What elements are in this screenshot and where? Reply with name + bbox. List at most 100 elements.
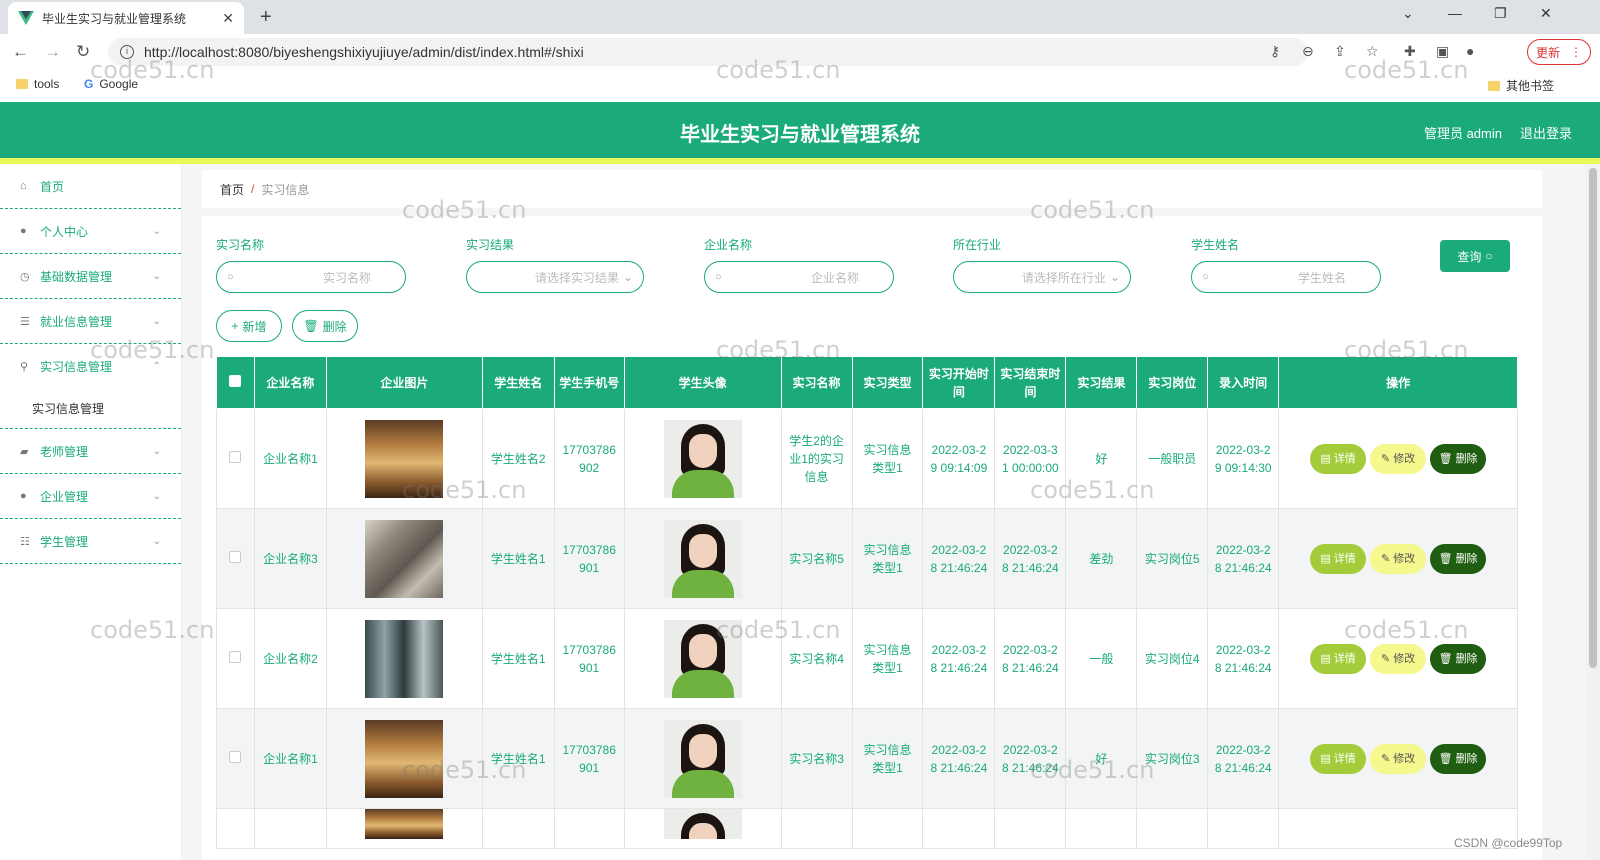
page-scrollbar[interactable] (1586, 164, 1600, 860)
row-checkbox[interactable] (229, 750, 242, 763)
zoom-icon[interactable]: ⊖ (1302, 43, 1314, 60)
restore-icon[interactable]: ❐ (1494, 5, 1507, 22)
clock-icon: ◷ (20, 270, 30, 283)
company-image[interactable] (365, 719, 444, 798)
company-image[interactable] (365, 619, 444, 698)
close-tab-icon[interactable]: ✕ (222, 10, 234, 27)
table-cell: 企业名称2 (253, 608, 327, 709)
company-image[interactable] (365, 419, 444, 498)
sidebar-item-profile[interactable]: ● 个人中心 ⌄ (0, 209, 181, 254)
close-window-icon[interactable]: ✕ (1540, 5, 1552, 22)
sidebar-item-company[interactable]: ● 企业管理 ⌄ (0, 474, 181, 519)
company-name-input[interactable]: ○ 企业名称 (704, 261, 894, 293)
detail-button[interactable]: ▤ 详情 (1310, 643, 1367, 674)
row-checkbox[interactable] (229, 650, 242, 663)
detail-button[interactable]: ▤ 详情 (1310, 543, 1367, 574)
browser-tab[interactable]: 毕业生实习与就业管理系统 ✕ (8, 2, 244, 34)
cell-text: 17703786 (562, 642, 616, 657)
profile-icon[interactable]: ● (1466, 43, 1474, 59)
student-avatar[interactable] (663, 519, 742, 598)
sidebar-item-teacher[interactable]: ▰ 老师管理 ⌄ (0, 429, 181, 474)
delete-button[interactable]: 🗑 删除 (1430, 643, 1487, 674)
bookmark-other[interactable]: 其他书签 (1488, 77, 1554, 94)
cell-text: 一般职员 (1148, 451, 1197, 466)
bookmark-tools[interactable]: tools (16, 77, 59, 91)
scrollbar-thumb[interactable] (1589, 168, 1597, 668)
cell-text: 学生2的企 (789, 433, 844, 448)
search-field-student: 学生姓名 ○ 学生姓名 (1191, 236, 1381, 293)
operations-cell: ▤ 详情 ✎ 修改 🗑 删除 (1278, 508, 1518, 609)
chevron-down-icon: ⌄ (1109, 270, 1120, 284)
cell-text: 学生姓名1 (490, 551, 546, 566)
delete-button[interactable]: 🗑 删除 (1430, 743, 1487, 774)
cell-text: 实习名称5 (789, 551, 844, 566)
batch-delete-button[interactable]: 🗑 删除 (292, 310, 358, 342)
detail-button[interactable]: ▤ 详情 (1310, 443, 1367, 474)
add-button[interactable]: + 新增 (216, 310, 282, 342)
sidebar-item-home[interactable]: ⌂ 首页 (0, 164, 181, 209)
edit-button[interactable]: ✎ 修改 (1370, 543, 1427, 574)
url-field[interactable]: i http://localhost:8080/biyeshengshixiyu… (108, 38, 1308, 66)
company-image[interactable] (365, 809, 444, 839)
industry-select[interactable]: 请选择所在行业 ⌄ (953, 261, 1131, 293)
delete-button[interactable]: 🗑 删除 (1430, 443, 1487, 474)
sidepanel-icon[interactable]: ▣ (1436, 43, 1449, 60)
col-header: 企业图片 (325, 356, 483, 409)
key-icon[interactable]: ⚷ (1270, 43, 1280, 60)
sidebar: ⌂ 首页 ● 个人中心 ⌄ ◷ 基础数据管理 ⌄ ☰ 就业信息管理 ⌄ ⚲ 实习… (0, 164, 182, 860)
delete-label: 删除 (1455, 452, 1478, 465)
cell-text: 901 (579, 760, 600, 775)
breadcrumb-home[interactable]: 首页 (220, 181, 244, 198)
chevron-down-icon: ⌄ (152, 270, 161, 282)
sidebar-item-employment[interactable]: ☰ 就业信息管理 ⌄ (0, 299, 181, 344)
result-select[interactable]: 请选择实习结果 ⌄ (466, 261, 644, 293)
logout-link[interactable]: 退出登录 (1520, 123, 1572, 142)
site-info-icon[interactable]: i (120, 45, 134, 59)
cell-text: 2022-03-2 (931, 542, 987, 557)
cell-text: 17703786 (562, 742, 616, 757)
query-button[interactable]: 查询 ○ (1440, 240, 1510, 272)
row-checkbox[interactable] (229, 450, 242, 463)
student-avatar[interactable] (663, 419, 742, 498)
bookmark-google[interactable]: G Google (84, 77, 138, 91)
pencil-icon: ✎ (1380, 552, 1391, 565)
minimize-icon[interactable]: — (1448, 5, 1462, 21)
edit-button[interactable]: ✎ 修改 (1370, 743, 1427, 774)
cell-text: 8 21:46:24 (1002, 560, 1059, 575)
new-tab-icon[interactable]: + (260, 6, 272, 29)
detail-button[interactable]: ▤ 详情 (1310, 743, 1367, 774)
table-cell (325, 808, 483, 849)
update-button[interactable]: 更新 ⋮ (1527, 39, 1591, 65)
forward-icon[interactable]: → (44, 42, 61, 62)
reload-icon[interactable]: ↻ (76, 42, 90, 62)
student-avatar[interactable] (663, 809, 742, 839)
col-header: 实习类型 (851, 356, 924, 409)
cell-text: 901 (579, 660, 600, 675)
delete-button[interactable]: 🗑 删除 (1430, 543, 1487, 574)
sidebar-subitem-internship[interactable]: 实习信息管理 (0, 389, 181, 429)
col-header: 录入时间 (1207, 356, 1280, 409)
internship-name-input[interactable]: ○ 实习名称 (216, 261, 406, 293)
sidebar-item-basic-data[interactable]: ◷ 基础数据管理 ⌄ (0, 254, 181, 299)
table-cell (216, 808, 255, 849)
back-icon[interactable]: ← (12, 42, 29, 62)
student-avatar[interactable] (663, 619, 742, 698)
company-image[interactable] (365, 519, 444, 598)
trash-icon: 🗑 (1438, 552, 1453, 565)
share-icon[interactable]: ⇪ (1334, 43, 1346, 60)
sidebar-item-student[interactable]: ☷ 学生管理 ⌄ (0, 519, 181, 564)
avatar-face (688, 733, 717, 768)
student-avatar[interactable] (663, 719, 742, 798)
edit-button[interactable]: ✎ 修改 (1370, 443, 1427, 474)
table-cell: 企业名称1 (253, 708, 327, 809)
select-all-checkbox[interactable] (229, 374, 242, 387)
extensions-icon[interactable]: ✚ (1404, 43, 1416, 60)
student-name-input[interactable]: ○ 学生姓名 (1191, 261, 1381, 293)
sidebar-item-internship[interactable]: ⚲ 实习信息管理 ⌃ (0, 344, 181, 389)
avatar-cell (623, 608, 782, 709)
trash-icon: 🗑 (1438, 752, 1453, 765)
edit-button[interactable]: ✎ 修改 (1370, 643, 1427, 674)
row-checkbox[interactable] (229, 550, 242, 563)
star-icon[interactable]: ☆ (1366, 43, 1379, 60)
tab-search-icon[interactable]: ⌄ (1402, 5, 1414, 22)
